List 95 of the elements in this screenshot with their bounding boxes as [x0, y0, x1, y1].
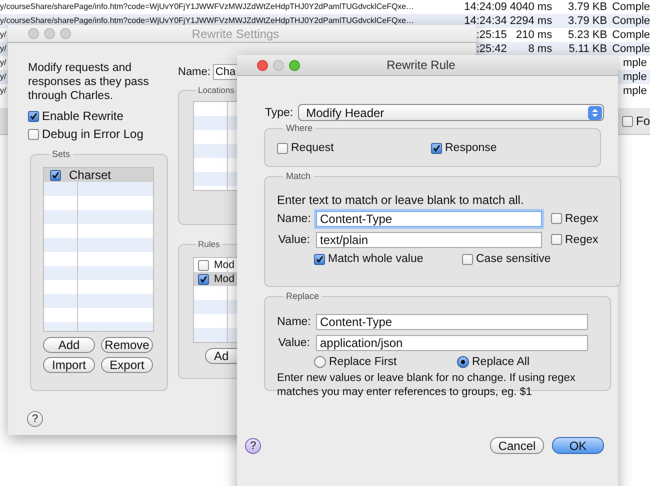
status-cell: Comple — [612, 15, 650, 27]
checkbox[interactable] — [551, 213, 562, 224]
input-field[interactable]: application/json — [316, 334, 588, 350]
url-cell: y/ — [0, 58, 6, 67]
list-row[interactable]: Mod — [194, 258, 238, 272]
checkbox-label: Match whole value — [328, 253, 424, 265]
checkbox[interactable] — [28, 110, 39, 122]
time-cell: :25:15 — [476, 29, 507, 41]
field-label: Name: — [277, 316, 310, 328]
checkbox[interactable] — [28, 128, 39, 140]
stepper-icon — [588, 106, 602, 120]
duration-cell: 2294 ms — [510, 15, 552, 27]
checkbox-label: Response — [445, 142, 497, 154]
sets-button[interactable]: Import — [43, 357, 95, 373]
duration-cell: 210 ms — [516, 29, 552, 41]
size-cell: 3.79 KB — [568, 15, 608, 27]
size-cell: 5.23 KB — [568, 29, 608, 41]
checkbox[interactable] — [551, 234, 562, 245]
list-row[interactable]: Charset — [44, 168, 153, 182]
checkbox[interactable] — [462, 254, 473, 264]
url-cell: y/ — [0, 86, 6, 95]
checkbox-label: Regex — [565, 234, 598, 246]
ok-button[interactable]: OK — [552, 437, 604, 454]
duration-cell: 8 ms — [528, 43, 552, 55]
group-title: Sets — [51, 149, 72, 159]
checkbox[interactable] — [431, 142, 442, 154]
rule-name: Mod — [214, 259, 234, 271]
type-dropdown[interactable]: Modify Header — [298, 104, 604, 121]
url-cell: y/courseShare/sharePage/info.htm?code=WjUvY0FjY1JWWFVzMWJZdWtZeHdpTHJ0Y2dPamlTUGdvcklCeFQxe… — [0, 2, 414, 11]
group-title: Where — [285, 123, 314, 133]
group-title: Replace — [285, 291, 320, 301]
checkbox[interactable] — [314, 254, 325, 264]
window-title: Rewrite Rule — [386, 58, 456, 72]
field-label: Value: — [277, 234, 310, 246]
status-cell: Comple — [612, 43, 650, 55]
sets-button[interactable]: Remove — [101, 337, 153, 353]
help-button[interactable]: ? — [27, 411, 43, 427]
close-icon[interactable] — [28, 28, 39, 39]
group-title: Locations — [197, 85, 236, 95]
input-field[interactable]: Content-Type — [316, 210, 542, 226]
input-field[interactable]: text/plain — [316, 232, 542, 248]
description-text: Modify requests and responses as they pass through Charles. — [28, 61, 150, 103]
rule-name: Mod — [214, 273, 234, 285]
status-cell: Comple — [612, 29, 650, 41]
status-cell: mple — [623, 71, 647, 83]
time-cell: 14:24:34 — [464, 15, 507, 27]
sets-button[interactable]: Export — [101, 357, 153, 373]
set-name: Charset — [69, 168, 112, 182]
radio-button[interactable] — [457, 356, 469, 368]
help-button[interactable]: ? — [245, 438, 261, 454]
checkbox[interactable] — [50, 170, 61, 180]
input-field[interactable]: Content-Type — [316, 314, 588, 330]
cancel-button[interactable]: Cancel — [490, 437, 544, 454]
field-label: Value: — [277, 336, 310, 348]
checkbox-label: Request — [291, 142, 334, 154]
group-title: Rules — [197, 239, 221, 249]
close-icon[interactable] — [257, 60, 268, 70]
note-text: Enter new values or leave blank for no change. If using regex matches you may enter references to groups, eg. $1 — [277, 371, 576, 399]
checkbox-label: Enable Rewrite — [42, 109, 124, 123]
partial-button[interactable]: Ad — [205, 348, 238, 364]
hint-text: Enter text to match or leave blank to match all. — [277, 193, 525, 207]
status-cell: mple — [623, 85, 647, 97]
field-label: Name: — [277, 212, 310, 224]
checkbox[interactable] — [277, 142, 288, 154]
group-title: Match — [285, 171, 312, 181]
checkbox[interactable] — [198, 274, 209, 284]
minimize-icon[interactable] — [44, 28, 55, 39]
checkbox-label: Case sensitive — [476, 253, 551, 265]
zoom-icon[interactable] — [289, 60, 300, 70]
url-cell: y/ — [0, 30, 6, 39]
duration-cell: 4040 ms — [510, 1, 552, 13]
checkbox[interactable] — [198, 260, 209, 270]
name-label: Name: — [178, 66, 210, 78]
time-cell: 14:24:09 — [464, 1, 507, 13]
time-cell: :25:42 — [476, 43, 507, 55]
checkbox[interactable] — [622, 116, 633, 126]
sets-button[interactable]: Add — [43, 337, 95, 353]
size-cell: 5.11 KB — [568, 43, 608, 55]
type-label: Type: — [265, 106, 294, 118]
checkbox-label: Debug in Error Log — [42, 127, 144, 141]
url-cell: y/courseShare/sharePage/info.htm?code=WjUvY0FjY1JWWFVzMWJZdWtZeHdpTHJ0Y2dPamlTUGdvcklCeFQxe… — [0, 16, 414, 25]
url-cell: y/ — [0, 72, 6, 81]
status-cell: Comple — [612, 1, 650, 13]
name-field[interactable]: Cha — [213, 64, 240, 80]
window-title: Rewrite Settings — [190, 26, 280, 40]
zoom-icon[interactable] — [60, 28, 71, 39]
checkbox-label: Regex — [565, 212, 598, 224]
radio-button[interactable] — [314, 356, 326, 368]
status-cell: mple — [623, 57, 647, 69]
size-cell: 3.79 KB — [568, 1, 608, 13]
checkbox-label: Fo — [636, 114, 650, 128]
radio-label: Replace First — [329, 356, 397, 368]
list-row[interactable]: Mod — [194, 272, 238, 286]
radio-label: Replace All — [472, 356, 530, 368]
url-cell: y/ — [0, 44, 6, 53]
